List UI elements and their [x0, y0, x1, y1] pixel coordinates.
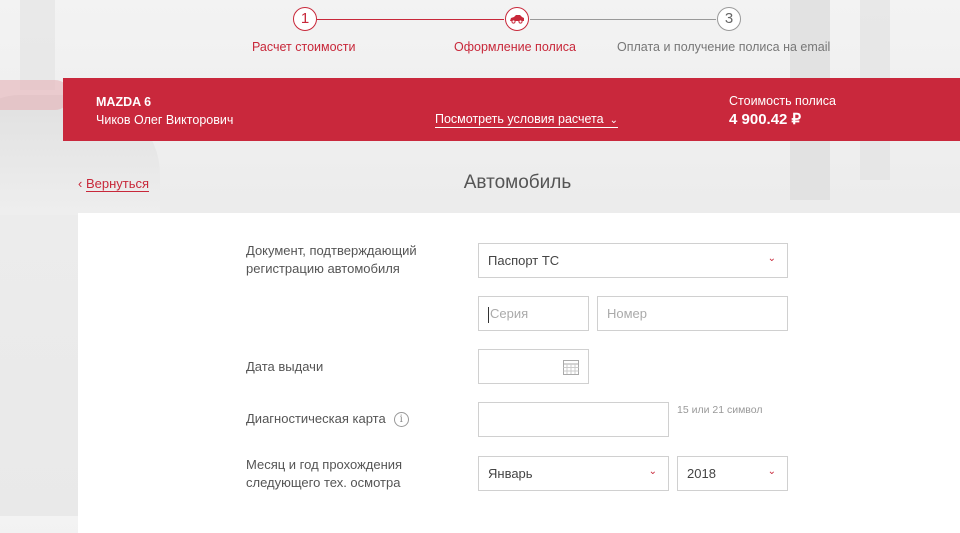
issue-date-label: Дата выдачи — [246, 359, 324, 374]
car-model: MAZDA 6 — [96, 95, 152, 109]
series-input[interactable]: Серия — [478, 296, 589, 331]
doc-type-value: Паспорт ТС — [488, 253, 560, 268]
page-title: Автомобиль — [463, 172, 572, 193]
step-1-label[interactable]: Расчет стоимости — [252, 40, 356, 54]
series-placeholder-text: Серия — [490, 306, 529, 321]
calendar-icon[interactable] — [563, 359, 579, 375]
chevron-down-icon: ⌄ — [609, 115, 618, 126]
price-label: Стоимость полиса — [729, 94, 836, 108]
text-caret — [488, 306, 489, 323]
step-1-circle[interactable]: 1 — [293, 7, 317, 31]
diag-card-label-row: Диагностическая карта i — [246, 410, 409, 428]
step-3-circle: 3 — [717, 7, 741, 31]
doc-type-select[interactable]: Паспорт ТС ⌄ — [478, 243, 788, 278]
inspection-label: Месяц и год прохождения следующего тех. … — [246, 457, 403, 490]
inspection-year-select[interactable]: 2018 ⌄ — [677, 456, 788, 491]
issue-date-input[interactable] — [478, 349, 589, 384]
info-icon[interactable]: i — [393, 412, 409, 428]
stepper-line — [530, 19, 716, 20]
number-input[interactable]: Номер — [597, 296, 788, 331]
year-value: 2018 — [687, 466, 716, 481]
number-placeholder: Номер — [607, 306, 648, 321]
month-value: Январь — [488, 466, 533, 481]
policy-price: 4 900.42 ₽ — [729, 111, 802, 128]
diag-card-label: Диагностическая карта — [246, 411, 386, 426]
step-2-label: Оформление полиса — [454, 40, 576, 54]
owner-name: Чиков Олег Викторович — [96, 113, 234, 127]
view-terms-link[interactable]: Посмотреть условия расчета ⌄ — [435, 112, 618, 128]
series-placeholder: Серия — [488, 306, 528, 323]
chevron-down-icon: ⌄ — [648, 466, 657, 477]
policy-summary-banner: MAZDA 6 Чиков Олег Викторович Посмотреть… — [63, 78, 960, 141]
step-2-circle — [505, 7, 529, 31]
doc-type-label: Документ, подтверждающий регистрацию авт… — [246, 243, 417, 276]
step-3-label: Оплата и получение полиса на email — [617, 40, 831, 54]
progress-stepper: 1 Расчет стоимости Оформление полиса 3 О… — [0, 0, 960, 70]
view-terms-label: Посмотреть условия расчета — [435, 112, 604, 126]
background-car-image — [0, 80, 70, 110]
inspection-month-select[interactable]: Январь ⌄ — [478, 456, 669, 491]
chevron-down-icon: ⌄ — [767, 466, 776, 477]
chevron-down-icon: ⌄ — [767, 253, 776, 264]
diag-card-input[interactable] — [478, 402, 669, 437]
car-icon — [510, 15, 524, 24]
diag-card-hint: 15 или 21 символ — [677, 404, 763, 416]
stepper-line — [317, 19, 504, 20]
